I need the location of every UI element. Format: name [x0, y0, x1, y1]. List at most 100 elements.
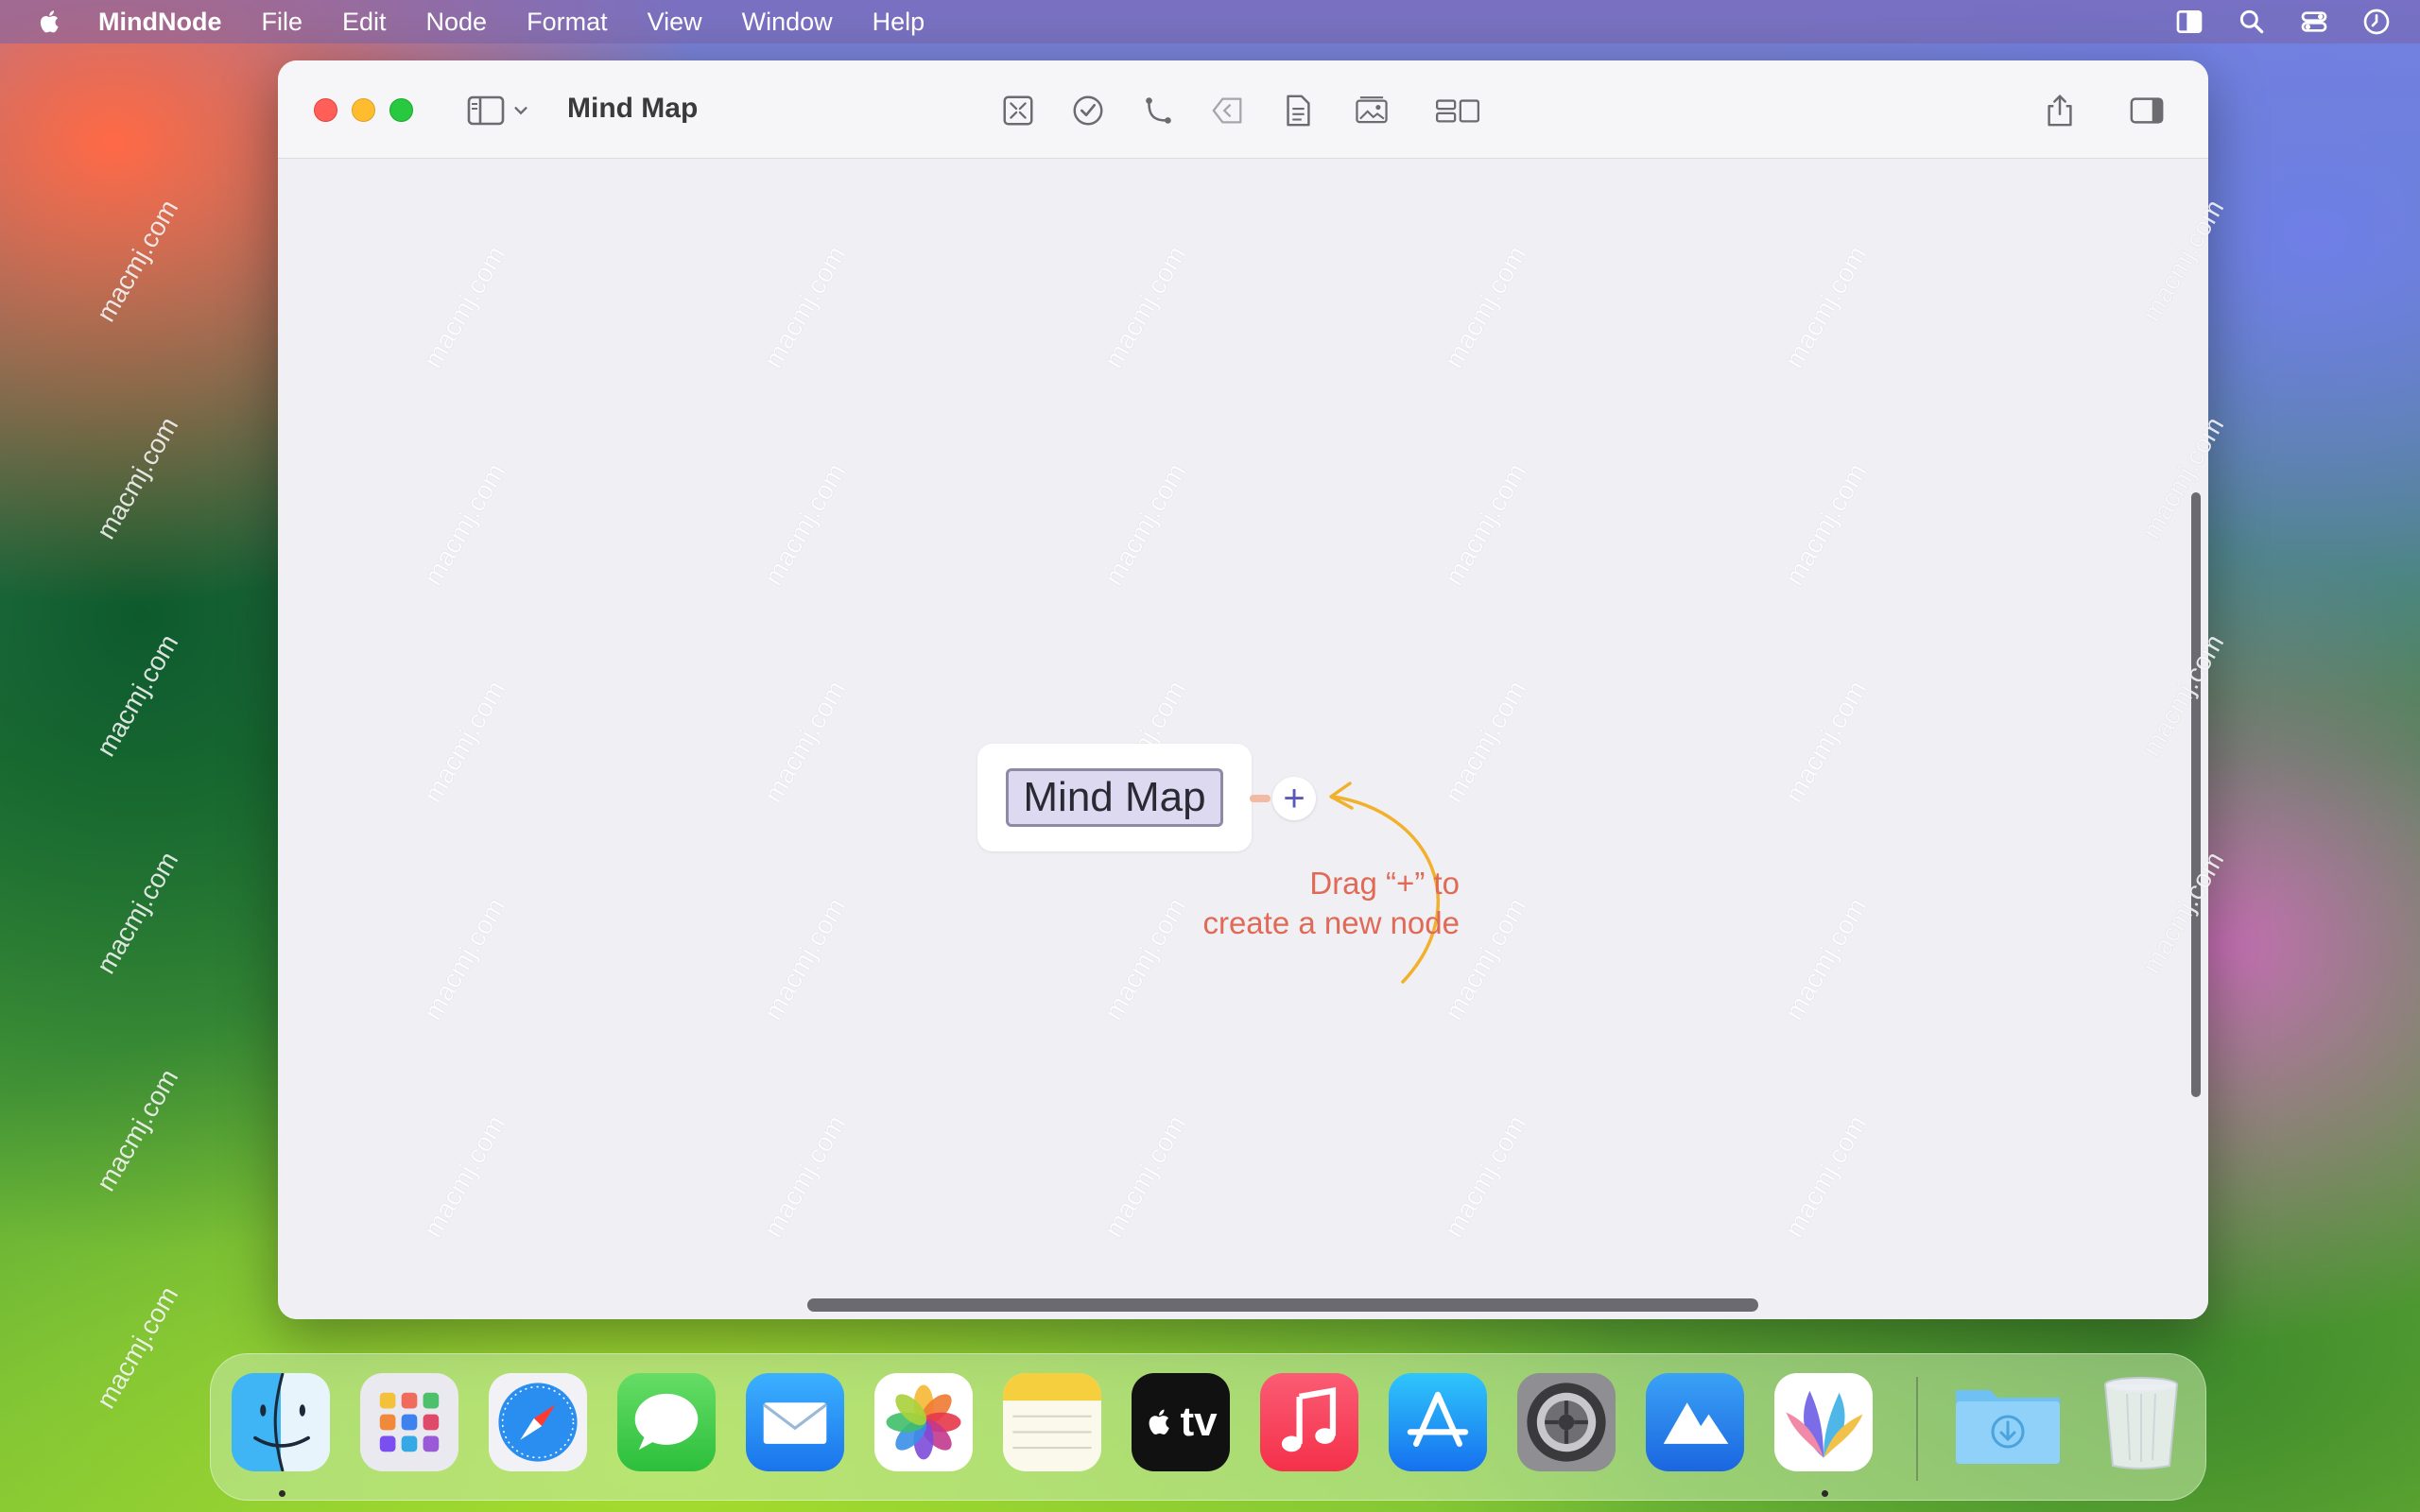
mindnode-leaf-icon [1786, 1390, 1863, 1458]
dock-photos[interactable] [874, 1373, 973, 1471]
share-button[interactable] [2040, 91, 2080, 130]
dock-notes[interactable] [1003, 1373, 1101, 1471]
music-note-icon [1281, 1387, 1337, 1452]
sidebar-toggle-button[interactable] [467, 94, 543, 127]
launchpad-icon [379, 1392, 440, 1452]
mind-map-canvas[interactable]: macmj.com macmj.com macmj.com macmj.com … [278, 160, 2208, 1319]
dock-mail[interactable] [746, 1373, 844, 1471]
clock-icon[interactable] [2361, 7, 2392, 37]
close-button[interactable] [314, 98, 337, 122]
running-indicator [1822, 1490, 1828, 1497]
horizontal-scrollbar[interactable] [807, 1298, 1758, 1312]
watermark: macmj.com [91, 629, 184, 762]
watermark: macmj.com [1779, 893, 1873, 1025]
dock-mountains-app[interactable] [1646, 1373, 1744, 1471]
dock-messages[interactable] [617, 1373, 716, 1471]
watermark: macmj.com [758, 241, 852, 373]
dock-mindnode[interactable] [1774, 1373, 1873, 1471]
dock-system-settings[interactable] [1517, 1373, 1616, 1471]
menu-help[interactable]: Help [873, 8, 925, 37]
task-button[interactable] [1068, 91, 1108, 130]
app-store-icon [1407, 1391, 1469, 1447]
focus-button[interactable] [998, 91, 1038, 130]
menu-app-name[interactable]: MindNode [98, 8, 221, 37]
connection-icon [1146, 97, 1171, 124]
menu-file[interactable]: File [261, 8, 302, 37]
menu-node[interactable]: Node [426, 8, 488, 37]
main-node-title[interactable]: Mind Map [1006, 768, 1223, 827]
search-icon[interactable] [2237, 7, 2267, 37]
watermark: macmj.com [1779, 676, 1873, 808]
watermark: macmj.com [1098, 458, 1192, 591]
watermark: macmj.com [91, 412, 184, 544]
watermark: macmj.com [758, 676, 852, 808]
watermark: macmj.com [418, 458, 511, 591]
watermark: macmj.com [1779, 458, 1873, 591]
watermark: macmj.com [91, 847, 184, 979]
layout-button[interactable] [1431, 91, 1484, 130]
control-center-icon[interactable] [2299, 7, 2329, 37]
node-connector [1250, 795, 1270, 802]
watermark: macmj.com [418, 241, 511, 373]
share-icon [2048, 94, 2072, 127]
window-toolbar: Mind Map [278, 60, 2208, 159]
dock-app-store[interactable] [1389, 1373, 1487, 1471]
mindnode-window: Mind Map macmj.com macmj.com macmj.com m… [278, 60, 2208, 1319]
sidebar-icon [467, 95, 505, 126]
watermark: macmj.com [1439, 458, 1532, 591]
watermark: macmj.com [418, 893, 511, 1025]
chevron-down-icon [514, 107, 527, 115]
inspector-toggle-button[interactable] [2127, 91, 2167, 130]
watermark: macmj.com [1098, 241, 1192, 373]
apple-tv-icon [1150, 1409, 1170, 1435]
dock-music[interactable] [1260, 1373, 1358, 1471]
inspector-icon [2130, 97, 2164, 124]
menu-format[interactable]: Format [527, 8, 608, 37]
menu-edit[interactable]: Edit [342, 8, 387, 37]
tag-back-icon [1212, 97, 1242, 124]
note-button[interactable] [1278, 91, 1318, 130]
watermark: macmj.com [1439, 241, 1532, 373]
dock-trash[interactable] [2092, 1373, 2190, 1471]
watermark: macmj.com [418, 1110, 511, 1243]
dock: tv [210, 1353, 2206, 1501]
note-icon [1287, 94, 1310, 127]
mountains-icon [1663, 1402, 1729, 1444]
window-title: Mind Map [567, 93, 699, 124]
watermark: macmj.com [1098, 1110, 1192, 1243]
finder-icon [253, 1373, 310, 1471]
watermark: macmj.com [91, 1064, 184, 1196]
dock-finder[interactable] [232, 1373, 330, 1471]
trash-icon [2104, 1377, 2178, 1469]
mail-envelope-icon [762, 1402, 828, 1444]
checkmark-circle-icon [1073, 95, 1103, 126]
menu-window[interactable]: Window [742, 8, 833, 37]
safari-compass-icon [498, 1383, 578, 1462]
watermark: macmj.com [758, 1110, 852, 1243]
running-indicator [279, 1490, 285, 1497]
drag-hint-line-2: create a new node [1202, 905, 1460, 940]
drag-hint-line-1: Drag “+” to [1309, 866, 1460, 901]
dock-safari[interactable] [489, 1373, 587, 1471]
dock-launchpad[interactable] [360, 1373, 458, 1471]
connect-button[interactable] [1138, 91, 1178, 130]
watermark: macmj.com [1779, 1110, 1873, 1243]
apple-menu-icon[interactable] [36, 6, 68, 38]
dock-downloads[interactable] [1950, 1373, 2067, 1471]
zoom-button[interactable] [389, 98, 413, 122]
gear-icon [1527, 1383, 1606, 1462]
display-mirror-icon[interactable] [2174, 7, 2204, 37]
main-node[interactable]: Mind Map [977, 744, 1252, 851]
image-icon [1356, 96, 1388, 124]
image-button[interactable] [1352, 91, 1392, 130]
status-menus [2174, 0, 2392, 43]
vertical-scrollbar[interactable] [2191, 492, 2201, 1097]
tv-label: tv [1180, 1399, 1218, 1445]
watermark: macmj.com [91, 195, 184, 327]
menu-view[interactable]: View [648, 8, 702, 37]
back-button[interactable] [1208, 91, 1248, 130]
minimize-button[interactable] [352, 98, 375, 122]
dock-separator [1916, 1377, 1918, 1481]
downloads-folder-icon [1956, 1390, 2060, 1464]
dock-tv[interactable]: tv [1132, 1373, 1230, 1471]
